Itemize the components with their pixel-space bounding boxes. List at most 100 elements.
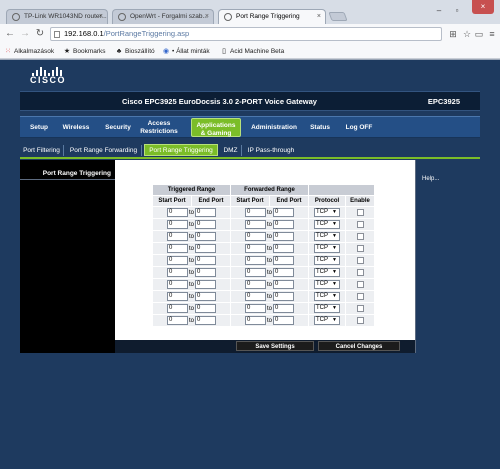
browser-tab-tplink[interactable]: TP-Link WR1043ND router... × (6, 9, 108, 24)
start-port-input[interactable]: 0 (166, 256, 188, 265)
start-port-input[interactable]: 0 (244, 280, 266, 289)
enable-checkbox[interactable] (356, 208, 364, 216)
protocol-select[interactable]: TCP ▼ (314, 208, 340, 217)
end-port-input[interactable]: 0 (195, 316, 216, 325)
end-port-input[interactable]: 0 (195, 220, 216, 229)
end-port-input[interactable]: 0 (195, 256, 216, 265)
protocol-select[interactable]: TCP ▼ (314, 280, 340, 289)
end-port-input[interactable]: 0 (273, 244, 294, 253)
start-port-input[interactable]: 0 (166, 316, 188, 325)
enable-checkbox[interactable] (356, 244, 364, 252)
enable-checkbox[interactable] (356, 268, 364, 276)
start-port-input[interactable]: 0 (244, 316, 266, 325)
save-settings-button[interactable]: Save Settings (236, 341, 314, 351)
start-port-input[interactable]: 0 (166, 292, 188, 301)
menu-icon[interactable]: ≡ (486, 28, 498, 40)
port-range-cell: 0 to 0 (153, 267, 230, 278)
start-port-input[interactable]: 0 (166, 244, 188, 253)
reload-icon[interactable]: ↻ (34, 28, 46, 40)
end-port-input[interactable]: 0 (273, 292, 294, 301)
close-window-icon[interactable]: × (472, 0, 494, 14)
bookmark-bioszallito[interactable]: ♣ Bioszállító (115, 46, 155, 57)
start-port-input[interactable]: 0 (166, 268, 188, 277)
translate-icon[interactable]: ⊞ (447, 28, 459, 40)
nav-setup[interactable]: Setup (28, 117, 50, 138)
address-bar[interactable]: 192.168.0.1/PortRangeTriggering.asp (50, 27, 442, 41)
protocol-select[interactable]: TCP ▼ (314, 232, 340, 241)
enable-checkbox[interactable] (356, 280, 364, 288)
subtab-port-range-triggering[interactable]: Port Range Triggering (144, 144, 218, 156)
enable-checkbox[interactable] (356, 316, 364, 324)
start-port-input[interactable]: 0 (244, 220, 266, 229)
start-port-input[interactable]: 0 (244, 232, 266, 241)
enable-checkbox[interactable] (356, 292, 364, 300)
end-port-input[interactable]: 0 (195, 304, 216, 313)
new-tab-button[interactable] (328, 12, 348, 21)
nav-administration[interactable]: Administration (250, 117, 298, 138)
bookmark-star-icon[interactable]: ☆ (461, 28, 473, 40)
nav-applications-gaming[interactable]: Applications & Gaming (191, 118, 241, 137)
protocol-select[interactable]: TCP ▼ (314, 244, 340, 253)
help-link[interactable]: Help... (422, 176, 439, 182)
bookmark-acid-machine[interactable]: ▯ Acid Machine Beta (220, 46, 284, 57)
nav-security[interactable]: Security (103, 117, 133, 138)
start-port-input[interactable]: 0 (244, 292, 266, 301)
close-tab-icon[interactable]: × (317, 10, 321, 24)
end-port-input[interactable]: 0 (195, 244, 216, 253)
end-port-input[interactable]: 0 (195, 280, 216, 289)
end-port-input[interactable]: 0 (273, 220, 294, 229)
start-port-input[interactable]: 0 (244, 256, 266, 265)
close-tab-icon[interactable]: × (99, 10, 103, 24)
browser-tab-port-range-triggering[interactable]: Port Range Triggering × (218, 9, 326, 24)
end-port-input[interactable]: 0 (273, 280, 294, 289)
start-port-input[interactable]: 0 (244, 244, 266, 253)
nav-status[interactable]: Status (308, 117, 332, 138)
end-port-input[interactable]: 0 (273, 256, 294, 265)
subtab-ip-pass-through[interactable]: IP Pass-through (244, 145, 298, 156)
forward-icon[interactable]: → (19, 28, 31, 40)
end-port-input[interactable]: 0 (195, 208, 216, 217)
protocol-select[interactable]: TCP ▼ (314, 220, 340, 229)
protocol-select[interactable]: TCP ▼ (314, 292, 340, 301)
bookmark-bookmarks[interactable]: ★ Bookmarks (63, 46, 106, 57)
nav-log-off[interactable]: Log OFF (344, 117, 374, 138)
cancel-changes-button[interactable]: Cancel Changes (318, 341, 400, 351)
maximize-icon[interactable]: ▫ (450, 5, 464, 16)
start-port-input[interactable]: 0 (166, 280, 188, 289)
nav-access-restrictions[interactable]: Access Restrictions (140, 117, 178, 138)
enable-checkbox[interactable] (356, 220, 364, 228)
back-icon[interactable]: ← (4, 28, 16, 40)
start-port-input[interactable]: 0 (244, 268, 266, 277)
subtab-port-filtering[interactable]: Port Filtering (20, 145, 64, 156)
end-port-input[interactable]: 0 (195, 268, 216, 277)
start-port-input[interactable]: 0 (244, 208, 266, 217)
cast-icon[interactable]: ▭ (473, 28, 485, 40)
start-port-input[interactable]: 0 (166, 220, 188, 229)
protocol-select[interactable]: TCP ▼ (314, 316, 340, 325)
enable-checkbox[interactable] (356, 256, 364, 264)
nav-wireless[interactable]: Wireless (61, 117, 91, 138)
enable-checkbox[interactable] (356, 232, 364, 240)
end-port-input[interactable]: 0 (273, 268, 294, 277)
end-port-input[interactable]: 0 (273, 208, 294, 217)
end-port-input[interactable]: 0 (195, 232, 216, 241)
protocol-select[interactable]: TCP ▼ (314, 256, 340, 265)
close-tab-icon[interactable]: × (205, 10, 209, 24)
bookmark-apps[interactable]: ⁙ Alkalmazások (4, 46, 54, 57)
protocol-select[interactable]: TCP ▼ (314, 268, 340, 277)
protocol-select[interactable]: TCP ▼ (314, 304, 340, 313)
end-port-input[interactable]: 0 (273, 316, 294, 325)
bookmark-allat-mintak[interactable]: ◉ • Állat minták (162, 46, 210, 57)
start-port-input[interactable]: 0 (166, 208, 188, 217)
start-port-input[interactable]: 0 (166, 304, 188, 313)
enable-checkbox[interactable] (356, 304, 364, 312)
end-port-input[interactable]: 0 (273, 232, 294, 241)
end-port-input[interactable]: 0 (273, 304, 294, 313)
start-port-input[interactable]: 0 (166, 232, 188, 241)
browser-tab-openwrt[interactable]: OpenWrt - Forgalmi szab... × (112, 9, 214, 24)
start-port-input[interactable]: 0 (244, 304, 266, 313)
end-port-input[interactable]: 0 (195, 292, 216, 301)
subtab-port-range-forwarding[interactable]: Port Range Forwarding (66, 145, 142, 156)
minimize-icon[interactable]: – (432, 5, 446, 16)
subtab-dmz[interactable]: DMZ (220, 145, 242, 156)
